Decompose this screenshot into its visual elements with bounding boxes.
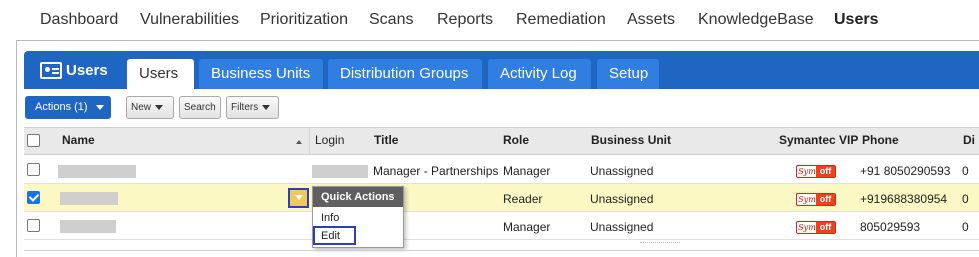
search-button[interactable]: Search: [179, 96, 221, 119]
row-checkbox[interactable]: [27, 163, 40, 176]
row-phone: 805029593: [860, 220, 921, 234]
symantec-logo-icon: Sym: [798, 195, 816, 204]
column-header-phone[interactable]: Phone: [862, 133, 899, 147]
actions-button[interactable]: Actions (1): [25, 96, 111, 119]
row-role: Manager: [503, 164, 551, 178]
tab-activity-log[interactable]: Activity Log: [488, 59, 591, 89]
new-label: New: [131, 102, 152, 113]
nav-dashboard[interactable]: Dashboard: [40, 11, 118, 29]
symantec-vip-toggle[interactable]: Sym off: [796, 193, 836, 206]
sort-ascending-icon[interactable]: [296, 140, 302, 144]
row-checkbox[interactable]: [27, 191, 40, 204]
column-header-symantec-vip[interactable]: Symantec VIP: [779, 133, 858, 147]
chevron-down-icon: [95, 104, 104, 110]
nav-vulnerabilities[interactable]: Vulnerabilities: [140, 11, 239, 29]
row-extra: 0: [962, 192, 969, 206]
column-header-role[interactable]: Role: [503, 133, 529, 147]
row-phone: +919688380954: [860, 192, 948, 206]
filters-button[interactable]: Filters: [226, 96, 279, 119]
select-all-checkbox[interactable]: [27, 134, 40, 147]
nav-knowledgebase[interactable]: KnowledgeBase: [698, 11, 814, 29]
search-label: Search: [184, 102, 216, 113]
new-button[interactable]: New: [126, 96, 174, 119]
redacted-name: [60, 220, 116, 233]
filters-label: Filters: [231, 102, 259, 113]
top-nav: Dashboard Vulnerabilities Prioritization…: [0, 0, 979, 40]
row-phone: +91 8050290593: [860, 164, 951, 178]
actions-label: Actions (1): [35, 101, 88, 113]
row-business-unit: Unassigned: [590, 164, 654, 178]
row-actions-dropdown[interactable]: [288, 188, 309, 208]
column-header-extra[interactable]: Di: [963, 133, 975, 147]
row-business-unit: Unassigned: [590, 192, 654, 206]
chevron-down-icon: [155, 104, 164, 110]
vip-status: off: [816, 194, 835, 205]
chevron-down-icon: [295, 195, 303, 200]
column-header-name[interactable]: Name: [62, 133, 95, 147]
id-card-icon: [40, 61, 62, 79]
quick-action-info[interactable]: Info: [321, 212, 339, 224]
tab-business-units[interactable]: Business Units: [199, 59, 323, 89]
edit-highlight-box: [313, 226, 356, 245]
vip-status: off: [816, 222, 835, 233]
tab-distribution-groups[interactable]: Distribution Groups: [328, 59, 482, 89]
redacted-login: [312, 165, 368, 178]
row-role: Manager: [503, 220, 551, 234]
table-bottom-border: [24, 250, 979, 251]
row-business-unit: Unassigned: [590, 220, 654, 234]
redacted-name: [60, 192, 118, 205]
nav-remediation[interactable]: Remediation: [516, 11, 606, 29]
symantec-logo-icon: Sym: [798, 223, 816, 232]
row-role: Reader: [503, 192, 543, 206]
horizontal-scrollbar[interactable]: [640, 242, 680, 247]
tab-setup[interactable]: Setup: [597, 59, 659, 89]
nav-scans[interactable]: Scans: [369, 11, 413, 29]
vip-status: off: [816, 166, 835, 177]
chevron-down-icon: [262, 104, 271, 110]
column-header-business-unit[interactable]: Business Unit: [591, 133, 671, 147]
row-checkbox[interactable]: [27, 219, 40, 232]
row-extra: 0: [962, 164, 969, 178]
symantec-vip-toggle[interactable]: Sym off: [796, 221, 836, 234]
nav-prioritization[interactable]: Prioritization: [260, 11, 348, 29]
row-title: Manager - Partnerships: [373, 164, 499, 178]
symantec-vip-toggle[interactable]: Sym off: [796, 165, 836, 178]
column-header-title[interactable]: Title: [374, 133, 398, 147]
row-extra: 0: [962, 220, 969, 234]
nav-users[interactable]: Users: [834, 11, 878, 29]
column-divider: [309, 128, 310, 154]
app-title: Users: [40, 61, 108, 80]
redacted-name: [58, 165, 136, 178]
tab-users[interactable]: Users: [127, 59, 194, 89]
quick-actions-header: Quick Actions: [313, 187, 403, 207]
nav-assets[interactable]: Assets: [627, 11, 675, 29]
nav-reports[interactable]: Reports: [437, 11, 493, 29]
symantec-logo-icon: Sym: [798, 167, 816, 176]
app-title-text: Users: [66, 62, 108, 79]
column-header-login[interactable]: Login: [315, 133, 344, 147]
